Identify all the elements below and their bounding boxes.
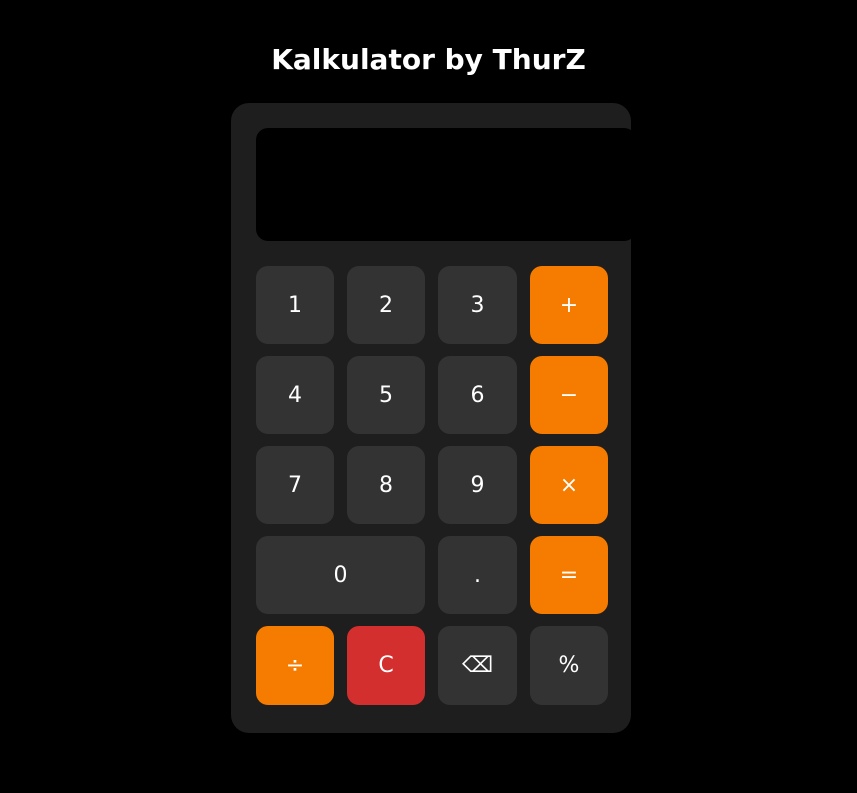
percent-button[interactable]: % — [530, 626, 608, 705]
key-2-button[interactable]: 2 — [347, 266, 425, 344]
calculator-panel: 1 2 3 + 4 5 6 − 7 8 9 × 0 . = ÷ C ⌫ % — [231, 103, 631, 733]
subtract-button[interactable]: − — [530, 356, 608, 434]
key-7-button[interactable]: 7 — [256, 446, 334, 524]
multiply-button[interactable]: × — [530, 446, 608, 524]
key-1-button[interactable]: 1 — [256, 266, 334, 344]
clear-button[interactable]: C — [347, 626, 425, 705]
key-6-button[interactable]: 6 — [438, 356, 517, 434]
equals-button[interactable]: = — [530, 536, 608, 614]
key-8-button[interactable]: 8 — [347, 446, 425, 524]
key-0-button[interactable]: 0 — [256, 536, 425, 614]
key-5-button[interactable]: 5 — [347, 356, 425, 434]
divide-button[interactable]: ÷ — [256, 626, 334, 705]
add-button[interactable]: + — [530, 266, 608, 344]
page: Kalkulator by ThurZ 1 2 3 + 4 5 6 − 7 8 … — [0, 0, 857, 793]
keypad: 1 2 3 + 4 5 6 − 7 8 9 × 0 . = ÷ C ⌫ % — [256, 266, 608, 705]
key-9-button[interactable]: 9 — [438, 446, 517, 524]
calculator-display — [256, 128, 631, 241]
page-title: Kalkulator by ThurZ — [271, 43, 586, 76]
key-4-button[interactable]: 4 — [256, 356, 334, 434]
backspace-button[interactable]: ⌫ — [438, 626, 517, 705]
key-3-button[interactable]: 3 — [438, 266, 517, 344]
decimal-point-button[interactable]: . — [438, 536, 517, 614]
